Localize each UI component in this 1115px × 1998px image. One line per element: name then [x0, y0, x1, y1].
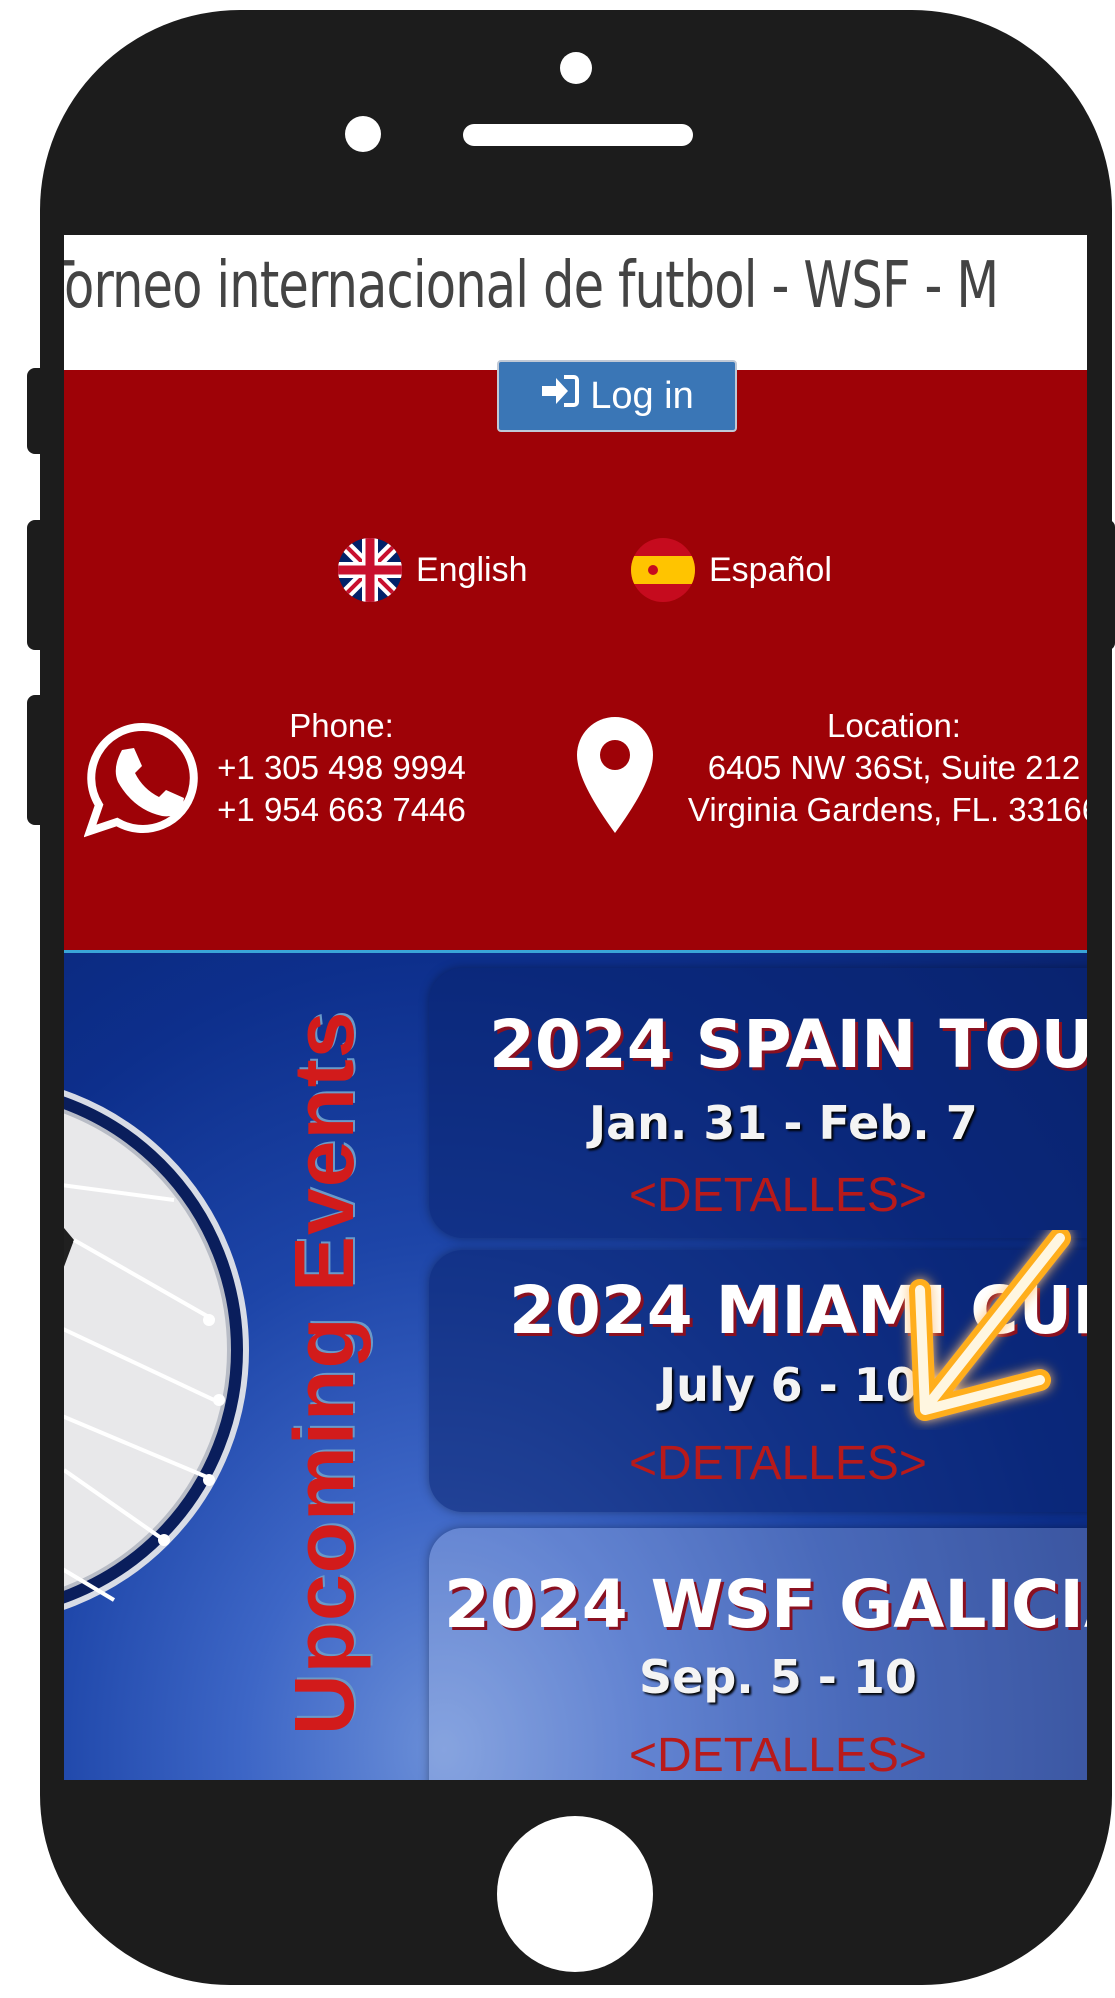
page-title-bar: Torneo internacional de futbol - WSF - M: [64, 235, 1087, 370]
login-icon: [540, 374, 580, 418]
soccer-ball-icon: [64, 1090, 249, 1610]
event-date: Sep. 5 - 10: [639, 1650, 917, 1704]
spain-flag-icon: [631, 538, 695, 602]
site-header: Log in English Español Phone: +1 305 498…: [64, 360, 1087, 950]
event-details-link[interactable]: <DETALLES>: [629, 1436, 927, 1491]
location-line-1: 6405 NW 36St, Suite 212: [707, 749, 1081, 786]
login-label: Log in: [590, 374, 694, 417]
language-spanish-label: Español: [709, 550, 832, 589]
event-name: 2024 SPAIN TOUR: [489, 1006, 1087, 1083]
language-spanish[interactable]: Español: [631, 538, 832, 602]
location-line-2: Virginia Gardens, FL. 33166: [687, 791, 1087, 828]
phone-number-1[interactable]: +1 305 498 9994: [204, 747, 479, 789]
whatsapp-icon[interactable]: [83, 720, 202, 843]
event-name: 2024 WSF GALICIA CUP: [444, 1566, 1087, 1643]
location-contact: Location: 6405 NW 36St, Suite 212 Virgin…: [674, 705, 1087, 831]
event-details-link[interactable]: <DETALLES>: [629, 1728, 927, 1780]
event-details-link[interactable]: <DETALLES>: [629, 1168, 927, 1223]
phone-side-button-power: [1101, 520, 1115, 650]
event-card-spain-tour[interactable]: 2024 SPAIN TOUR Jan. 31 - Feb. 7 <DETALL…: [429, 968, 1087, 1238]
login-button[interactable]: Log in: [497, 360, 737, 432]
uk-flag-icon: [338, 538, 402, 602]
phone-contact: Phone: +1 305 498 9994 +1 954 663 7446: [204, 705, 479, 831]
home-button[interactable]: [497, 1816, 653, 1972]
page-title: Torneo internacional de futbol - WSF - M: [64, 249, 999, 323]
phone-screen: Torneo internacional de futbol - WSF - M…: [64, 235, 1087, 1780]
sensor-icon: [345, 116, 381, 152]
event-date: Jan. 31 - Feb. 7: [589, 1096, 978, 1150]
language-english[interactable]: English: [338, 538, 528, 602]
location-label: Location:: [827, 707, 961, 744]
phone-label: Phone:: [289, 707, 394, 744]
map-pin-icon: [575, 715, 655, 840]
front-camera-icon: [560, 52, 592, 84]
event-card-galicia-cup[interactable]: 2024 WSF GALICIA CUP Sep. 5 - 10 <DETALL…: [429, 1528, 1087, 1780]
phone-number-2[interactable]: +1 954 663 7446: [204, 789, 479, 831]
pointer-arrow-icon: [909, 1230, 1071, 1421]
language-english-label: English: [416, 550, 528, 589]
earpiece-speaker: [463, 124, 693, 146]
upcoming-events-heading: Upcoming Events: [277, 1010, 371, 1735]
